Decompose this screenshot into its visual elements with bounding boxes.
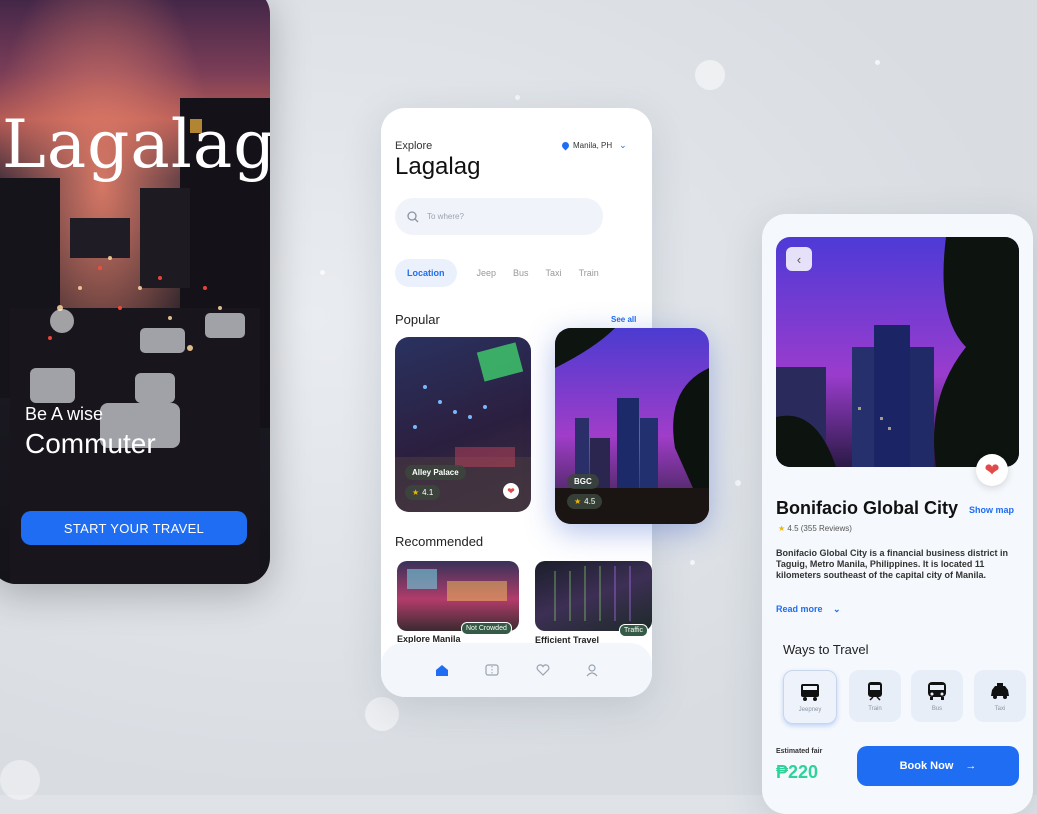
location-pin-icon: [560, 140, 571, 151]
see-all-link[interactable]: See all: [611, 315, 636, 324]
way-label: Train: [868, 705, 882, 712]
way-label: Taxi: [994, 705, 1006, 712]
heart-icon[interactable]: ❤: [503, 483, 519, 499]
tagline-line2: Commuter: [25, 428, 156, 459]
bus-icon: [928, 681, 946, 700]
snow-flake: [0, 760, 40, 800]
bottom-nav: [381, 643, 652, 697]
snow-flake: [695, 60, 725, 90]
tagline-line1: Be A wise: [25, 404, 104, 424]
manila-photo: [407, 569, 507, 601]
page-title: Lagalag: [395, 153, 481, 180]
bgc-skyline-photo: [776, 237, 1019, 467]
city-night-photo: [0, 0, 270, 584]
card-rating: ★ 4.1: [405, 485, 441, 500]
chevron-left-icon: ‹: [796, 251, 802, 267]
snow-flake: [690, 560, 695, 565]
star-icon: ★: [574, 497, 582, 506]
snow-flake: [515, 95, 520, 100]
book-now-button[interactable]: Book Now →: [857, 746, 1019, 786]
chevron-down-icon: ⌄: [619, 140, 627, 150]
back-button[interactable]: ‹: [786, 247, 812, 271]
popular-card-bgc[interactable]: BGC ★ 4.5: [555, 328, 709, 524]
popular-heading: Popular: [395, 312, 440, 327]
fare-label: Estimated fair: [776, 748, 823, 755]
start-travel-button[interactable]: START YOUR TRAVEL: [21, 511, 247, 545]
app-logo-title: Lagalag: [2, 106, 270, 183]
place-rating: ★ 4.5 (355 Reviews): [778, 524, 852, 533]
read-more-link[interactable]: Read more ⌄: [776, 604, 841, 615]
tab-train[interactable]: Train: [579, 268, 599, 278]
tab-taxi[interactable]: Taxi: [546, 268, 562, 278]
crowd-status-badge: Not Crowded: [461, 622, 512, 635]
card-name-badge: Alley Palace: [405, 465, 466, 480]
traffic-status-badge: Traffic: [619, 624, 649, 637]
rating-value: 4.1: [422, 488, 434, 497]
way-bus[interactable]: Bus: [911, 670, 963, 722]
way-train[interactable]: Train: [849, 670, 901, 722]
traffic-photo: [554, 566, 631, 621]
way-jeepney[interactable]: Jeepney: [783, 670, 837, 724]
taxi-icon: [991, 682, 1009, 699]
snow-flake: [735, 480, 741, 486]
search-input[interactable]: [425, 211, 579, 222]
user-icon[interactable]: [586, 663, 598, 677]
tab-bus[interactable]: Bus: [513, 268, 529, 278]
snow-flake: [365, 697, 399, 731]
recommended-card-explore-manila[interactable]: [397, 561, 519, 631]
recommended-card-efficient-travel[interactable]: [535, 561, 652, 631]
show-map-link[interactable]: Show map: [969, 505, 1014, 515]
card-rating: ★ 4.5: [567, 494, 603, 509]
explore-kicker: Explore: [395, 140, 433, 152]
tab-jeep[interactable]: Jeep: [477, 268, 497, 278]
detail-screen: ‹ ❤ Bonifacio Global City Show map ★ 4.5…: [762, 214, 1033, 814]
rating-value: 4.5: [584, 497, 596, 506]
place-description: Bonifacio Global City is a financial bus…: [776, 548, 1009, 580]
tab-location[interactable]: Location: [395, 259, 457, 287]
transport-tabs: Location Jeep Bus Taxi Train: [395, 259, 616, 287]
read-more-label: Read more: [776, 604, 823, 614]
hero-photo: [776, 237, 1019, 467]
recommended-heading: Recommended: [395, 534, 484, 549]
home-icon[interactable]: [435, 664, 449, 677]
splash-screen: Lagalag Be A wise Commuter START YOUR TR…: [0, 0, 270, 584]
way-label: Jeepney: [798, 706, 822, 713]
favorite-button[interactable]: ❤: [976, 454, 1008, 486]
star-icon: ★: [412, 488, 420, 497]
snow-flake: [875, 60, 880, 65]
snow-flake: [320, 270, 325, 275]
heart-icon[interactable]: [536, 664, 550, 676]
book-now-label: Book Now: [899, 760, 954, 772]
popular-card-alley-palace[interactable]: Alley Palace ★ 4.1 ❤: [395, 337, 531, 512]
rating-text: 4.5 (355 Reviews): [787, 524, 852, 533]
fare-amount: ₱220: [776, 762, 819, 782]
way-taxi[interactable]: Taxi: [974, 670, 1026, 722]
arrow-right-icon: →: [965, 760, 977, 772]
location-label: Manila, PH: [573, 141, 613, 150]
way-label: Bus: [931, 705, 943, 712]
search-icon: [407, 210, 419, 222]
place-title: Bonifacio Global City: [776, 498, 959, 518]
card-name-badge: BGC: [567, 474, 599, 489]
star-icon: ★: [778, 524, 786, 533]
ways-heading: Ways to Travel: [783, 642, 869, 657]
chevron-down-icon: ⌄: [833, 604, 841, 614]
location-selector[interactable]: Manila, PH ⌄: [560, 140, 627, 151]
search-bar[interactable]: [395, 198, 603, 235]
train-icon: [868, 681, 882, 701]
jeepney-icon: [801, 683, 819, 701]
ticket-icon[interactable]: [485, 664, 499, 676]
heart-icon: ❤: [984, 459, 1000, 480]
